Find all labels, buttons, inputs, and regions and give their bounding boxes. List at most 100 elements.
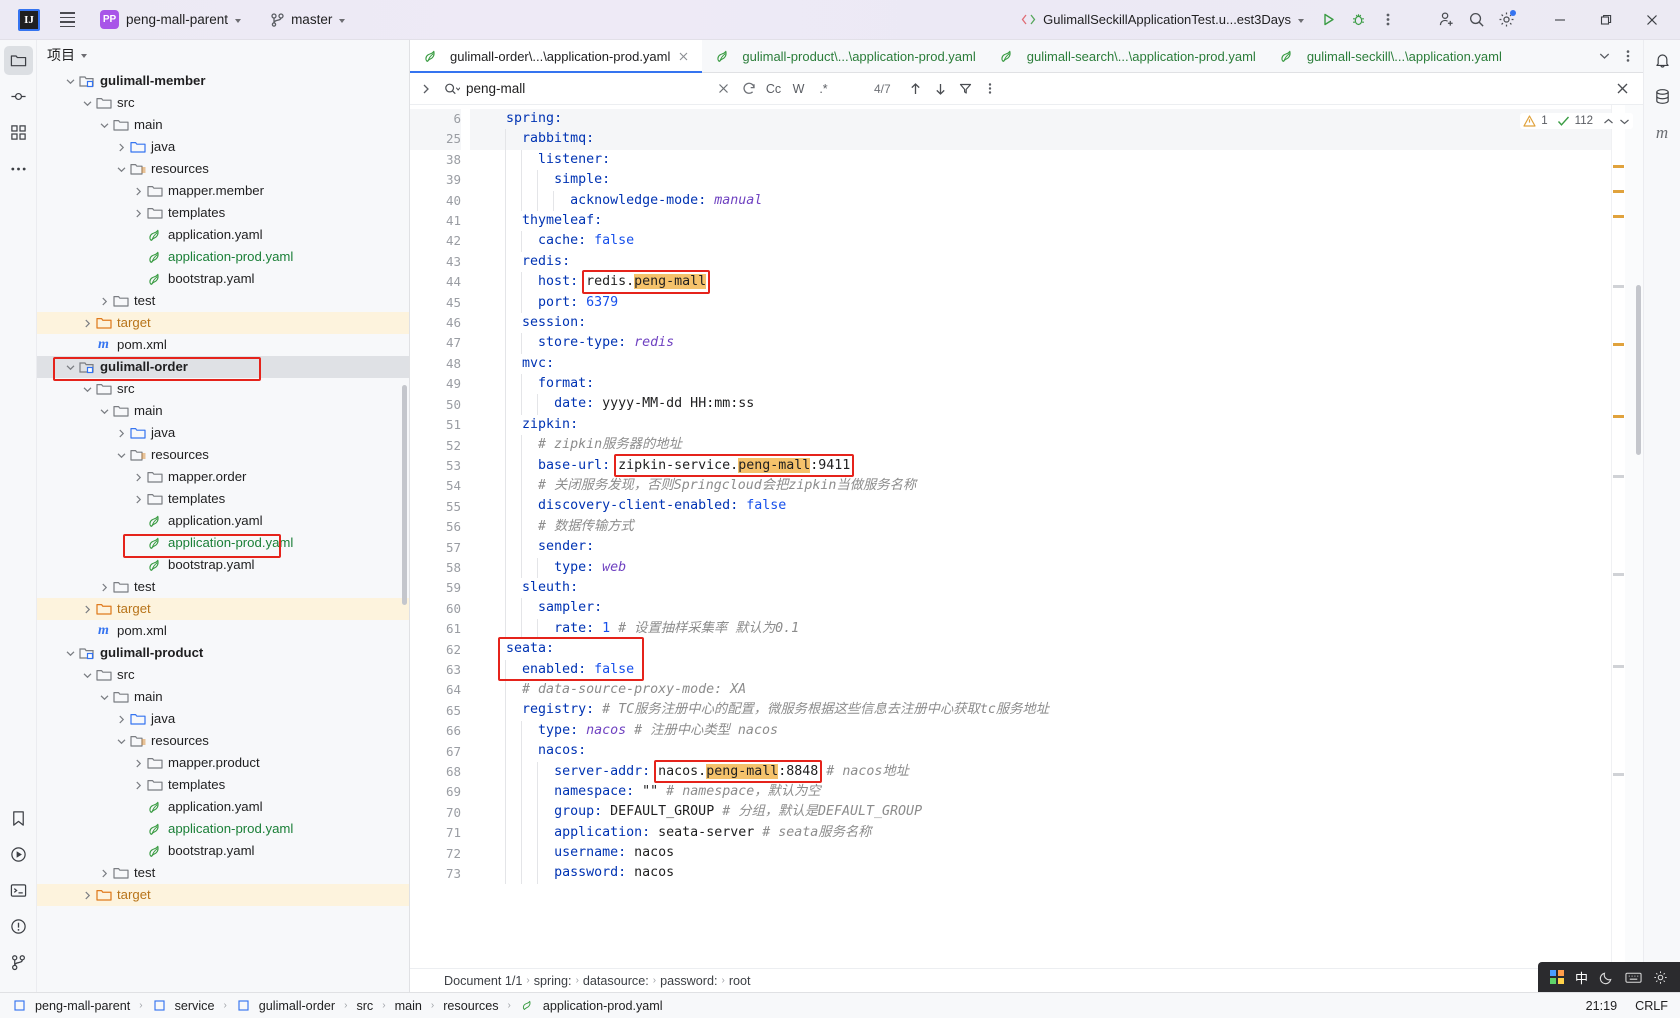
tree-node-src[interactable]: src xyxy=(37,378,409,400)
editor-tab[interactable]: gulimall-order\...\application-prod.yaml xyxy=(410,40,703,73)
tree-node-templates[interactable]: templates xyxy=(37,488,409,510)
tree-node-mapper-member[interactable]: mapper.member xyxy=(37,180,409,202)
find-input-wrapper[interactable] xyxy=(466,77,711,101)
breadcrumb-item[interactable]: root xyxy=(729,974,751,988)
error-stripe-marker[interactable] xyxy=(1613,475,1624,478)
error-stripe-marker[interactable] xyxy=(1613,285,1624,288)
chevron-down-icon[interactable] xyxy=(97,114,111,136)
chevron-right-icon[interactable] xyxy=(80,884,94,906)
tree-node-bootstrap-yaml[interactable]: bootstrap.yaml xyxy=(37,840,409,862)
chevron-down-icon[interactable] xyxy=(63,642,77,664)
tree-node-bootstrap-yaml[interactable]: bootstrap.yaml xyxy=(37,554,409,576)
project-panel-scrollbar[interactable] xyxy=(402,385,407,605)
find-search-icon-button[interactable] xyxy=(438,82,466,96)
find-filter-button[interactable] xyxy=(954,77,977,100)
tree-node-application-prod-yaml[interactable]: application-prod.yaml xyxy=(37,246,409,268)
debug-button[interactable] xyxy=(1344,6,1372,34)
tree-node-test[interactable]: test xyxy=(37,290,409,312)
status-path-item[interactable]: service xyxy=(148,997,219,1015)
search-everywhere-button[interactable] xyxy=(1462,6,1490,34)
sidebar-item-database[interactable] xyxy=(1648,82,1677,111)
chevron-right-icon[interactable] xyxy=(80,598,94,620)
tree-node-application-yaml[interactable]: application.yaml xyxy=(37,224,409,246)
chevron-up-icon[interactable] xyxy=(1603,117,1614,126)
status-path-item[interactable]: main xyxy=(391,997,426,1015)
tree-node-mapper-order[interactable]: mapper.order xyxy=(37,466,409,488)
status-path-item[interactable]: peng-mall-parent xyxy=(8,997,134,1015)
chevron-right-icon[interactable] xyxy=(131,752,145,774)
chevron-down-icon[interactable] xyxy=(114,158,128,180)
breadcrumb-item[interactable]: spring: xyxy=(534,974,572,988)
tree-node-mapper-product[interactable]: mapper.product xyxy=(37,752,409,774)
sidebar-item-bookmarks[interactable] xyxy=(4,804,33,833)
tree-node-java[interactable]: java xyxy=(37,708,409,730)
error-stripe-marker[interactable] xyxy=(1613,573,1624,576)
editor-tab[interactable]: gulimall-search\...\application-prod.yam… xyxy=(987,40,1267,72)
sidebar-item-commit[interactable] xyxy=(4,82,33,111)
settings-button[interactable] xyxy=(1492,6,1520,34)
status-bar-line-separator[interactable]: CRLF xyxy=(1631,997,1672,1015)
chevron-right-icon[interactable] xyxy=(131,774,145,796)
sidebar-item-more[interactable] xyxy=(4,154,33,183)
status-path-item[interactable]: resources xyxy=(439,997,502,1015)
find-prev-button[interactable] xyxy=(904,77,927,100)
tree-node-application-yaml[interactable]: application.yaml xyxy=(37,796,409,818)
chevron-right-icon[interactable] xyxy=(114,708,128,730)
chevron-down-icon[interactable] xyxy=(97,400,111,422)
find-expand-button[interactable] xyxy=(414,77,438,101)
tree-node-bootstrap-yaml[interactable]: bootstrap.yaml xyxy=(37,268,409,290)
ime-language-indicator[interactable]: 中 xyxy=(1575,968,1588,987)
tree-node-java[interactable]: java xyxy=(37,136,409,158)
tree-node-java[interactable]: java xyxy=(37,422,409,444)
sidebar-item-git[interactable] xyxy=(4,948,33,977)
keyboard-icon[interactable] xyxy=(1625,971,1642,984)
chevron-right-icon[interactable] xyxy=(114,136,128,158)
tree-node-pom-xml[interactable]: m pom.xml xyxy=(37,334,409,356)
account-button[interactable] xyxy=(1432,6,1460,34)
tree-node-test[interactable]: test xyxy=(37,862,409,884)
chevron-down-icon[interactable] xyxy=(63,356,77,378)
sidebar-item-structure[interactable] xyxy=(4,118,33,147)
project-file-tree[interactable]: gulimall-member src main java resources mappe… xyxy=(37,70,409,992)
tree-node-target[interactable]: target xyxy=(37,312,409,334)
sidebar-item-problems[interactable] xyxy=(4,912,33,941)
tab-options-more-vertical-icon[interactable] xyxy=(1617,44,1639,68)
chevron-right-icon[interactable] xyxy=(131,466,145,488)
sidebar-item-notifications[interactable] xyxy=(1648,46,1677,75)
tree-node-resources[interactable]: resources xyxy=(37,730,409,752)
tab-list-chevron-down-icon[interactable] xyxy=(1592,44,1616,68)
error-stripe-markers[interactable] xyxy=(1611,105,1625,968)
tab-close-icon[interactable] xyxy=(676,49,691,64)
tree-node-application-yaml[interactable]: application.yaml xyxy=(37,510,409,532)
tree-node-application-prod-yaml[interactable]: application-prod.yaml xyxy=(37,532,409,554)
status-path-item[interactable]: application-prod.yaml xyxy=(516,997,667,1015)
editor-tab[interactable]: gulimall-seckill\...\application.yaml xyxy=(1267,40,1513,72)
tree-node-application-prod-yaml[interactable]: application-prod.yaml xyxy=(37,818,409,840)
error-stripe-marker[interactable] xyxy=(1613,165,1624,168)
tree-node-src[interactable]: src xyxy=(37,664,409,686)
tree-node-main[interactable]: main xyxy=(37,114,409,136)
tree-node-gulimall-product[interactable]: gulimall-product xyxy=(37,642,409,664)
find-regex-button[interactable]: .* xyxy=(812,77,835,100)
gear-icon[interactable] xyxy=(1653,970,1668,985)
editor-tab[interactable]: gulimall-product\...\application-prod.ya… xyxy=(702,40,986,72)
chevron-right-icon[interactable] xyxy=(97,576,111,598)
search-input[interactable] xyxy=(466,81,711,96)
error-stripe-marker[interactable] xyxy=(1613,665,1624,668)
chevron-down-icon[interactable] xyxy=(114,730,128,752)
find-close-button[interactable] xyxy=(1609,76,1635,102)
tree-node-main[interactable]: main xyxy=(37,400,409,422)
moon-icon[interactable] xyxy=(1599,970,1614,985)
tree-node-gulimall-member[interactable]: gulimall-member xyxy=(37,70,409,92)
chevron-down-icon[interactable] xyxy=(97,686,111,708)
find-next-button[interactable] xyxy=(929,77,952,100)
sidebar-item-terminal[interactable] xyxy=(4,876,33,905)
chevron-down-icon[interactable] xyxy=(80,664,94,686)
window-maximize-button[interactable] xyxy=(1584,4,1628,36)
status-path-item[interactable]: gulimall-order xyxy=(232,997,339,1015)
chevron-right-icon[interactable] xyxy=(80,312,94,334)
error-stripe-marker[interactable] xyxy=(1613,343,1624,346)
tree-node-gulimall-order[interactable]: gulimall-order xyxy=(37,356,409,378)
tree-node-pom-xml[interactable]: m pom.xml xyxy=(37,620,409,642)
error-stripe-marker[interactable] xyxy=(1613,215,1624,218)
